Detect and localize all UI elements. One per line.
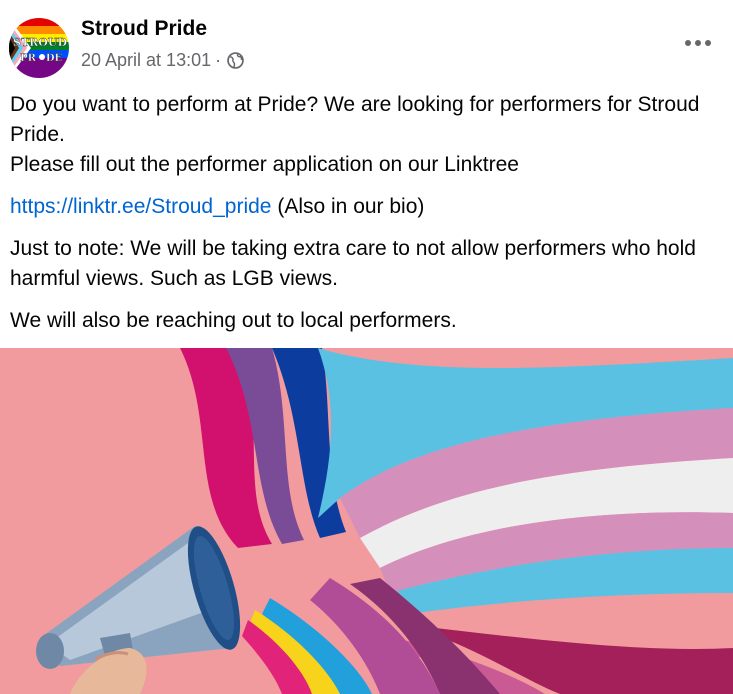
body-note: Just to note: We will be taking extra ca… xyxy=(10,237,696,290)
body-paragraph-1: Do you want to perform at Pride? We are … xyxy=(10,93,700,146)
link-paragraph: https://linktr.ee/Stroud_pride (Also in … xyxy=(10,192,725,222)
pride-logo: STROUD PR DE xyxy=(9,18,69,78)
post-image[interactable] xyxy=(0,348,733,694)
avatar-text-top: STROUD xyxy=(13,36,67,49)
avatar-text-bottom: PR xyxy=(20,53,37,64)
post-meta: 20 April at 13:01 · xyxy=(81,50,244,71)
body-paragraph-2: Please fill out the performer applicatio… xyxy=(10,153,519,176)
post-body: Do you want to perform at Pride? We are … xyxy=(10,90,725,336)
linktree-link[interactable]: https://linktr.ee/Stroud_pride xyxy=(10,195,272,218)
more-options-button[interactable] xyxy=(681,30,715,56)
avatar-dot xyxy=(39,54,45,60)
post-header: STROUD PR DE Stroud Pride 20 April at 13… xyxy=(0,0,733,84)
more-options-icon xyxy=(685,40,711,46)
avatar-text-bottom-end: DE xyxy=(46,53,63,64)
page-avatar[interactable]: STROUD PR DE xyxy=(9,18,69,78)
post-timestamp[interactable]: 20 April at 13:01 xyxy=(81,50,211,71)
globe-icon[interactable] xyxy=(227,52,244,69)
page-name-link[interactable]: Stroud Pride xyxy=(81,17,207,41)
meta-separator: · xyxy=(215,50,222,70)
facebook-post: STROUD PR DE Stroud Pride 20 April at 13… xyxy=(0,0,733,694)
body-closing: We will also be reaching out to local pe… xyxy=(10,309,457,332)
megaphone-illustration xyxy=(0,348,733,694)
link-suffix: (Also in our bio) xyxy=(271,195,425,218)
